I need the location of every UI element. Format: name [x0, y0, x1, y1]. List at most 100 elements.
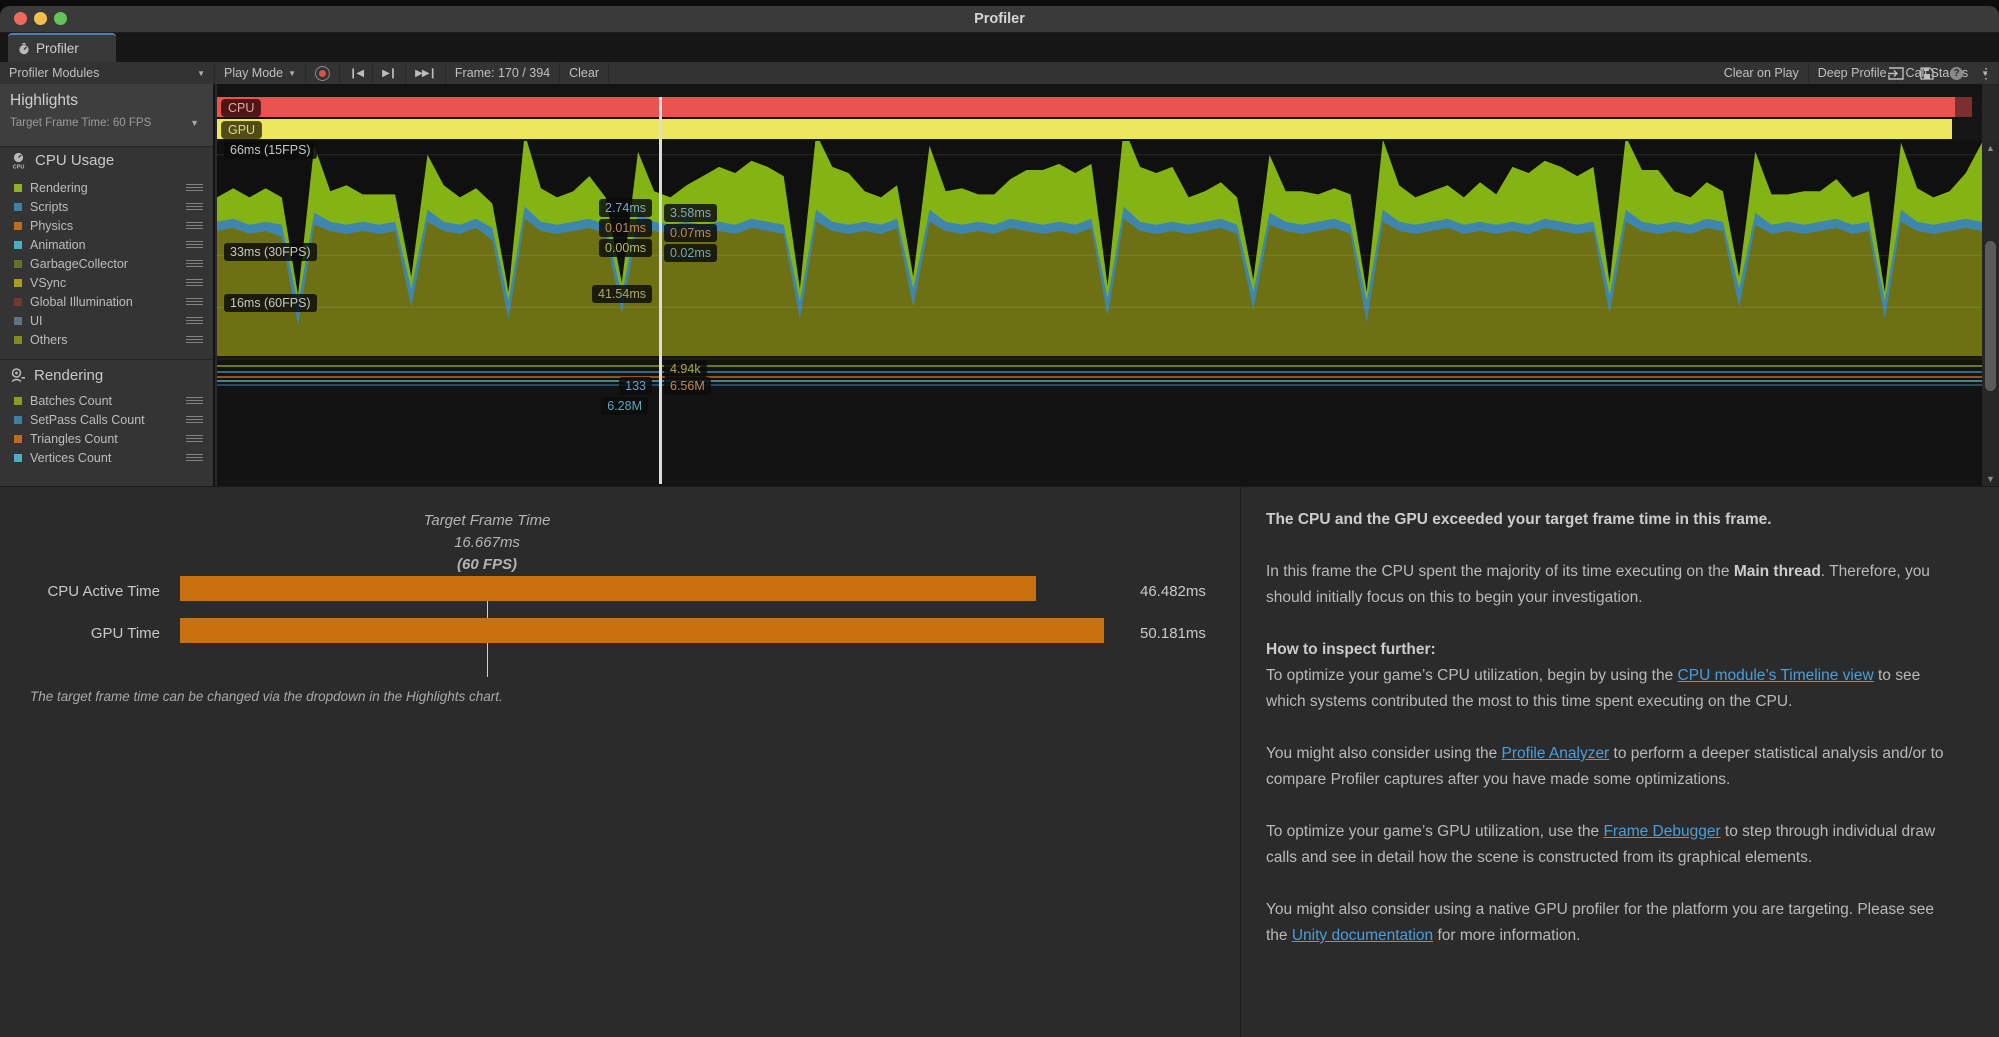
next-frame-button[interactable]: ▶❙ [373, 62, 406, 84]
current-frame-button[interactable]: ▶▶❙ [406, 62, 446, 84]
legend-cpu-garbagecollector[interactable]: GarbageCollector [0, 254, 215, 273]
advice-link[interactable]: Unity documentation [1292, 927, 1433, 944]
advice-text: To optimize your game’s GPU utilization,… [1266, 823, 1603, 840]
playhead-line[interactable] [659, 97, 662, 484]
tab-profiler[interactable]: Profiler [8, 33, 116, 62]
advice-link[interactable]: Profile Analyzer [1502, 745, 1610, 762]
drag-handle-icon[interactable] [186, 397, 203, 404]
drag-handle-icon[interactable] [186, 336, 203, 343]
help-icon[interactable]: ? [1950, 67, 1963, 80]
gridline-label-33ms: 33ms (30FPS) [224, 243, 317, 261]
legend-cpu-rendering[interactable]: Rendering [0, 178, 215, 197]
drag-handle-icon[interactable] [186, 454, 203, 461]
chevron-down-icon: ▼ [197, 69, 205, 78]
advice-title: The CPU and the GPU exceeded your target… [1266, 507, 1956, 533]
legend-color-swatch [14, 260, 22, 268]
legend-render-triangles-count[interactable]: Triangles Count [0, 429, 215, 448]
drag-handle-icon[interactable] [186, 416, 203, 423]
highlights-module[interactable]: Highlights Target Frame Time: 60 FPS ▼ [0, 84, 213, 147]
cpu-usage-chart[interactable]: 66ms (15FPS) 33ms (30FPS) 16ms (60FPS) [217, 141, 1982, 356]
legend-label: SetPass Calls Count [30, 413, 145, 427]
drag-handle-icon[interactable] [186, 317, 203, 324]
advice-link[interactable]: Frame Debugger [1603, 823, 1720, 840]
legend-label: VSync [30, 276, 66, 290]
drag-handle-icon[interactable] [186, 298, 203, 305]
legend-label: Triangles Count [30, 432, 118, 446]
module-sidebar: Highlights Target Frame Time: 60 FPS ▼ C… [0, 84, 215, 486]
profiler-gauge-icon [18, 43, 30, 55]
drag-handle-icon[interactable] [186, 241, 203, 248]
legend-cpu-animation[interactable]: Animation [0, 235, 215, 254]
advice-text: In this frame the CPU spent the majority… [1266, 563, 1734, 580]
titlebar: Profiler [0, 6, 1999, 33]
chart-scrollbar[interactable]: ▲ ▼ [1982, 141, 1999, 486]
rendering-module-header[interactable]: Rendering [10, 367, 103, 384]
legend-cpu-vsync[interactable]: VSync [0, 273, 215, 292]
drag-handle-icon[interactable] [186, 435, 203, 442]
scrollbar-thumb[interactable] [1985, 241, 1996, 391]
drag-handle-icon[interactable] [186, 279, 203, 286]
profiler-modules-label: Profiler Modules [9, 66, 192, 80]
last-frame-icon: ▶▶❙ [415, 68, 436, 79]
vertices-count-value: 6.28M [601, 397, 648, 415]
advice-panel: The CPU and the GPU exceeded your target… [1266, 507, 1956, 975]
cpu-highlight-track[interactable]: CPU [217, 97, 1982, 117]
target-frame-time-dropdown[interactable]: Target Frame Time: 60 FPS [10, 117, 151, 129]
prev-frame-button[interactable]: ❙◀ [340, 62, 373, 84]
legend-cpu-scripts[interactable]: Scripts [0, 197, 215, 216]
drag-handle-icon[interactable] [186, 222, 203, 229]
drag-handle-icon[interactable] [186, 203, 203, 210]
cpu-usage-title: CPU Usage [35, 152, 114, 169]
save-profile-icon[interactable] [1920, 67, 1934, 80]
legend-cpu-ui[interactable]: UI [0, 311, 215, 330]
legend-label: Others [30, 333, 68, 347]
toolbar: Profiler Modules ▼ Play Mode ▼ ❙◀ ▶❙ ▶▶❙… [0, 62, 1999, 85]
panel-divider [1240, 487, 1241, 1037]
advice-paragraph: In this frame the CPU spent the majority… [1266, 559, 1956, 611]
legend-cpu-global-illumination[interactable]: Global Illumination [0, 292, 215, 311]
play-mode-dropdown[interactable]: Play Mode ▼ [215, 62, 306, 84]
profiler-modules-dropdown[interactable]: Profiler Modules ▼ [0, 62, 215, 84]
legend-color-swatch [14, 397, 22, 405]
legend-color-swatch [14, 222, 22, 230]
deep-profile-toggle[interactable]: Deep Profile [1809, 62, 1897, 84]
advice-text: for more information. [1433, 927, 1580, 944]
target-frame-time-title: Target Frame Time [287, 512, 687, 529]
record-icon [315, 66, 330, 81]
advice-text: To optimize your game’s CPU utilization,… [1266, 667, 1678, 684]
scroll-up-icon[interactable]: ▲ [1982, 141, 1999, 155]
legend-color-swatch [14, 279, 22, 287]
gpu-highlight-track[interactable]: GPU [217, 119, 1982, 139]
scroll-down-icon[interactable]: ▼ [1982, 472, 1999, 486]
frame-counter: Frame: 170 / 394 [446, 62, 560, 84]
kebab-menu-icon[interactable]: ⋮ [1979, 65, 1993, 82]
highlights-title: Highlights [10, 92, 78, 110]
rendering-chart[interactable] [217, 358, 1982, 486]
cpu-usage-module-header[interactable]: CPU CPU Usage [10, 152, 114, 169]
legend-cpu-physics[interactable]: Physics [0, 216, 215, 235]
cpu-usage-icon: CPU [10, 152, 27, 169]
cpu-badge: CPU [221, 99, 261, 117]
prev-frame-icon: ❙◀ [349, 68, 363, 79]
legend-render-setpass-calls-count[interactable]: SetPass Calls Count [0, 410, 215, 429]
gridline-label-66ms: 66ms (15FPS) [224, 141, 317, 159]
target-frame-time-note: The target frame time can be changed via… [30, 689, 503, 704]
clear-button[interactable]: Clear [560, 62, 609, 84]
legend-color-swatch [14, 298, 22, 306]
record-button[interactable] [306, 62, 340, 84]
batches-count-value: 4.94k [664, 360, 707, 378]
legend-cpu-others[interactable]: Others [0, 330, 215, 349]
legend-render-batches-count[interactable]: Batches Count [0, 391, 215, 410]
rendering-title: Rendering [34, 367, 103, 384]
legend-label: Animation [30, 238, 86, 252]
gpu-badge: GPU [221, 121, 262, 139]
advice-link[interactable]: CPU module’s Timeline view [1678, 667, 1874, 684]
chevron-down-icon[interactable]: ▼ [190, 118, 199, 128]
legend-render-vertices-count[interactable]: Vertices Count [0, 448, 215, 467]
legend-label: UI [30, 314, 43, 328]
clear-on-play-toggle[interactable]: Clear on Play [1715, 62, 1809, 84]
load-profile-icon[interactable] [1888, 67, 1904, 80]
chart-area[interactable]: CPU GPU 66ms (15FPS) 33ms (30FPS) 16ms (… [217, 84, 1982, 486]
drag-handle-icon[interactable] [186, 260, 203, 267]
drag-handle-icon[interactable] [186, 184, 203, 191]
